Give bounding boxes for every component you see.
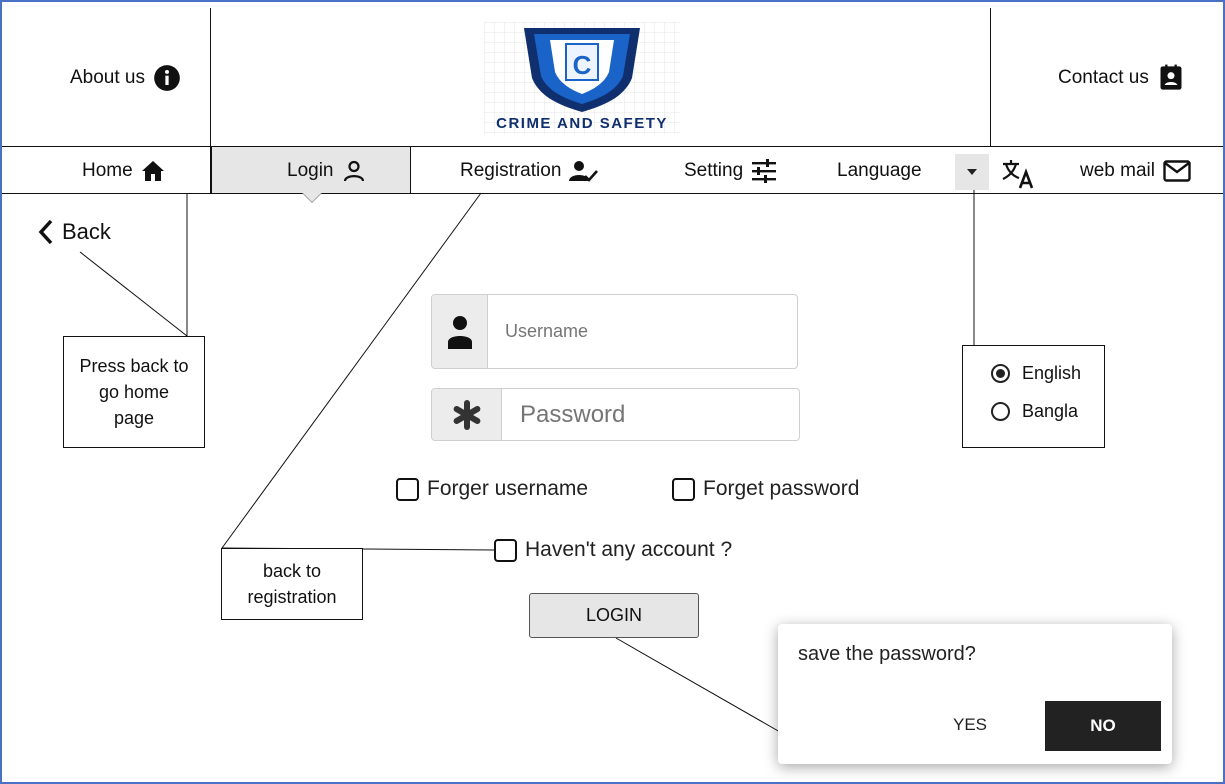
forget-password-checkbox[interactable]: Forget password bbox=[672, 477, 859, 501]
login-dialog-leader bbox=[615, 637, 781, 733]
asterisk-icon bbox=[453, 399, 480, 430]
no-account-label: Haven't any account ? bbox=[525, 538, 733, 561]
username-input[interactable] bbox=[505, 295, 785, 368]
username-icon-box bbox=[432, 295, 488, 368]
back-note-leader-diagonal bbox=[79, 251, 188, 337]
user-icon bbox=[447, 315, 472, 349]
bangla-radio[interactable] bbox=[991, 402, 1010, 421]
forget-password-label: Forget password bbox=[703, 477, 860, 500]
dialog-yes-button[interactable]: YES bbox=[938, 702, 1002, 748]
login-button-label: LOGIN bbox=[585, 605, 642, 625]
language-option-bangla[interactable]: Bangla bbox=[991, 401, 1104, 422]
dialog-message: save the password? bbox=[798, 643, 976, 665]
dialog-no-button[interactable]: NO bbox=[1045, 701, 1161, 751]
password-field bbox=[431, 388, 800, 441]
back-note: Press back to go home page bbox=[63, 336, 205, 448]
password-input[interactable] bbox=[520, 389, 790, 440]
no-account-checkbox[interactable]: Haven't any account ? bbox=[494, 538, 732, 562]
english-label: English bbox=[1022, 363, 1082, 383]
english-radio[interactable] bbox=[991, 364, 1010, 383]
forget-username-label: Forger username bbox=[427, 477, 589, 500]
login-button[interactable]: LOGIN bbox=[529, 593, 699, 638]
forget-password-box[interactable] bbox=[672, 477, 695, 501]
forget-username-box[interactable] bbox=[396, 477, 419, 501]
back-note-text: Press back to go home page bbox=[79, 356, 189, 428]
dialog-yes-label: YES bbox=[952, 715, 988, 734]
forget-username-checkbox[interactable]: Forger username bbox=[396, 477, 588, 501]
dialog-no-label: NO bbox=[1090, 716, 1116, 735]
registration-note-text: back to registration bbox=[247, 561, 337, 607]
bangla-label: Bangla bbox=[1022, 401, 1079, 421]
language-options-panel: English Bangla bbox=[962, 345, 1105, 448]
registration-note: back to registration bbox=[221, 548, 363, 620]
save-password-dialog: save the password? YES NO bbox=[778, 624, 1172, 764]
username-field bbox=[431, 294, 798, 369]
no-account-box[interactable] bbox=[494, 538, 517, 562]
language-option-english[interactable]: English bbox=[991, 363, 1104, 384]
password-icon-box bbox=[432, 389, 502, 440]
